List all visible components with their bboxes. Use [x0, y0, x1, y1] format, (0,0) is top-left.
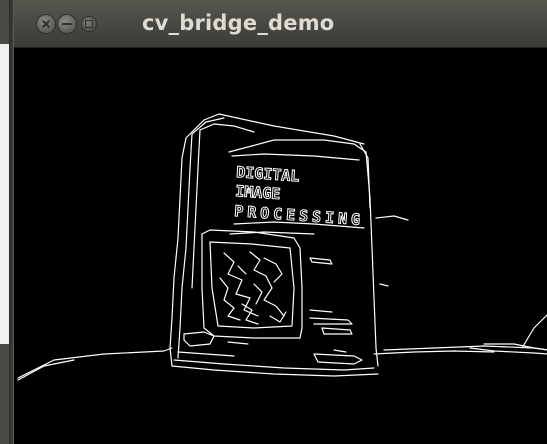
- maximize-icon[interactable]: [81, 16, 97, 32]
- close-icon[interactable]: [36, 14, 56, 34]
- cv-bridge-demo-window[interactable]: cv_bridge_demo DIGITAL IMAGE PROCESSING: [13, 0, 547, 444]
- background-window[interactable]: [0, 0, 13, 444]
- table-edge-left: [17, 347, 173, 379]
- cover-title-line-2: IMAGE: [235, 182, 281, 203]
- edge-detected-image: DIGITAL IMAGE PROCESSING: [17, 113, 547, 381]
- plate-edge: [521, 314, 547, 349]
- image-canvas: DIGITAL IMAGE PROCESSING: [14, 48, 547, 444]
- window-titlebar[interactable]: cv_bridge_demo: [14, 0, 547, 48]
- minimize-icon[interactable]: [57, 14, 77, 34]
- book-spine: [169, 137, 187, 367]
- window-title: cv_bridge_demo: [142, 11, 335, 35]
- cover-title-line-3: PROCESSING: [234, 202, 361, 229]
- background-window-content: [0, 44, 9, 344]
